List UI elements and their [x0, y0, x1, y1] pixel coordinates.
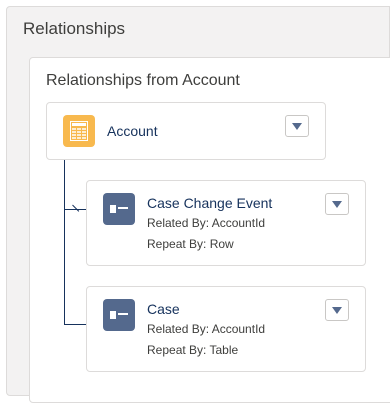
relationships-panel: Relationships Relationships from Account [6, 6, 390, 403]
chevron-down-icon [332, 306, 342, 314]
repeat-by-text: Repeat By: Row [147, 237, 234, 251]
relationships-card: Relationships from Account Account Case … [29, 57, 390, 403]
root-dropdown-button[interactable] [285, 115, 309, 137]
root-node-account[interactable]: Account [46, 102, 326, 160]
related-by-text: Related By: AccountId [147, 322, 266, 336]
card-title: Relationships from Account [46, 72, 240, 89]
chevron-down-icon [292, 122, 302, 130]
tree-vertical-line [64, 160, 65, 325]
child-dropdown-button[interactable] [325, 299, 349, 321]
record-icon [103, 193, 135, 225]
table-icon [63, 115, 95, 147]
child-dropdown-button[interactable] [325, 193, 349, 215]
related-by-text: Related By: AccountId [147, 216, 266, 230]
panel-title: Relationships [23, 19, 126, 38]
child-node-case-change-event[interactable]: Case Change Event Related By: AccountId … [86, 180, 366, 266]
tree-branch-line-2 [64, 324, 86, 325]
chevron-down-icon [332, 200, 342, 208]
repeat-by-text: Repeat By: Table [147, 343, 239, 357]
child-node-case[interactable]: Case Related By: AccountId Repeat By: Ta… [86, 286, 366, 372]
child-node-label: Case [147, 301, 180, 317]
root-node-label: Account [107, 123, 158, 139]
record-icon [103, 299, 135, 331]
child-node-label: Case Change Event [147, 195, 273, 211]
